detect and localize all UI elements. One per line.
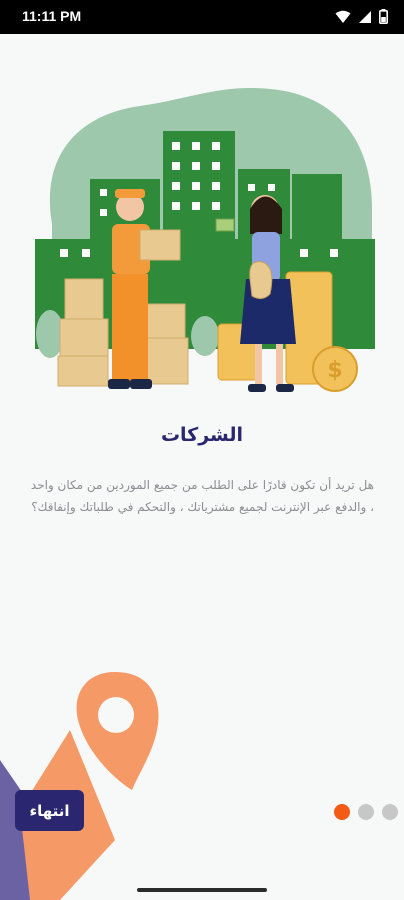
hero-illustration: $ (35, 87, 375, 392)
bush-right (191, 316, 219, 356)
pager-dot-3[interactable] (382, 804, 398, 820)
status-time: 11:11 PM (22, 8, 82, 24)
pager-dot-1[interactable] (334, 804, 350, 820)
pager-dot-2[interactable] (358, 804, 374, 820)
signal-icon (359, 10, 371, 23)
battery-icon (379, 9, 388, 24)
page-description: هل تريد أن تكون قادرًا على الطلب من جميع… (30, 478, 374, 514)
wifi-icon (335, 10, 351, 23)
svg-text:$: $ (327, 358, 342, 383)
status-bar: 11:11 PM (0, 0, 404, 34)
status-icons (335, 9, 388, 24)
home-indicator[interactable] (137, 888, 267, 892)
page-indicator (334, 804, 398, 820)
finish-button[interactable]: انتهاء (15, 790, 84, 831)
map-pin-decoration (0, 672, 159, 900)
page-title: الشركات (160, 424, 244, 446)
